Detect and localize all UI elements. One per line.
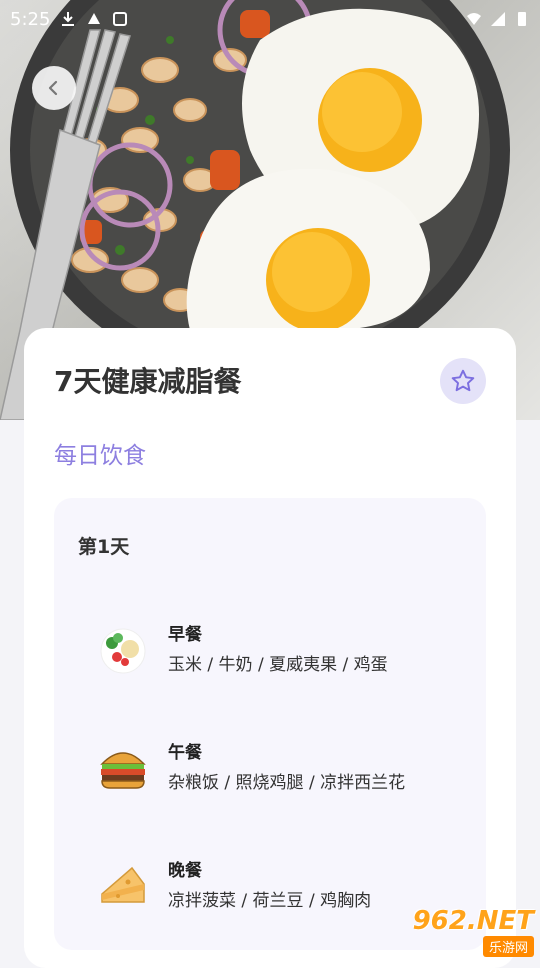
status-bar: 5:25 xyxy=(0,0,540,38)
favorite-button[interactable] xyxy=(440,358,486,404)
section-title: 每日饮食 xyxy=(54,443,146,469)
wifi-icon xyxy=(467,13,481,25)
page-title: 7天健康减脂餐 xyxy=(54,365,242,398)
recipe-card: 7天健康减脂餐 每日饮食 第1天 早餐 玉米 / 牛奶 / 夏威夷果 / 鸡蛋 xyxy=(24,328,516,968)
star-icon xyxy=(451,369,475,392)
back-button[interactable] xyxy=(32,66,76,110)
day-plan: 第1天 早餐 玉米 / 牛奶 / 夏威夷果 / 鸡蛋 午餐 杂粮饭 / 照烧鸡腿… xyxy=(54,498,486,950)
watermark-brand: 962.NET xyxy=(412,906,534,936)
download-icon xyxy=(62,12,75,26)
cheese-icon xyxy=(101,866,145,903)
battery-icon xyxy=(518,12,526,26)
app-icon xyxy=(113,12,128,26)
meal-lunch: 午餐 杂粮饭 / 照烧鸡腿 / 凉拌西兰花 xyxy=(98,738,478,818)
meal-name: 晚餐 xyxy=(168,861,202,881)
meal-items: 玉米 / 牛奶 / 夏威夷果 / 鸡蛋 xyxy=(168,655,388,675)
watermark: 962.NET 乐游网 xyxy=(402,906,534,957)
status-time: 5:25 xyxy=(10,8,51,30)
burger-icon xyxy=(100,752,146,789)
meal-name: 早餐 xyxy=(168,625,202,645)
meal-items: 凉拌菠菜 / 荷兰豆 / 鸡胸肉 xyxy=(168,891,372,911)
day-label: 第1天 xyxy=(78,536,130,558)
notification-icon xyxy=(88,13,101,24)
signal-icon xyxy=(491,12,505,26)
meal-items: 杂粮饭 / 照烧鸡腿 / 凉拌西兰花 xyxy=(168,773,406,793)
chevron-left-icon xyxy=(48,80,58,96)
salad-plate-icon xyxy=(100,628,146,674)
meal-name: 午餐 xyxy=(168,743,202,763)
watermark-site: 乐游网 xyxy=(482,936,534,957)
meal-breakfast: 早餐 玉米 / 牛奶 / 夏威夷果 / 鸡蛋 xyxy=(98,620,478,700)
